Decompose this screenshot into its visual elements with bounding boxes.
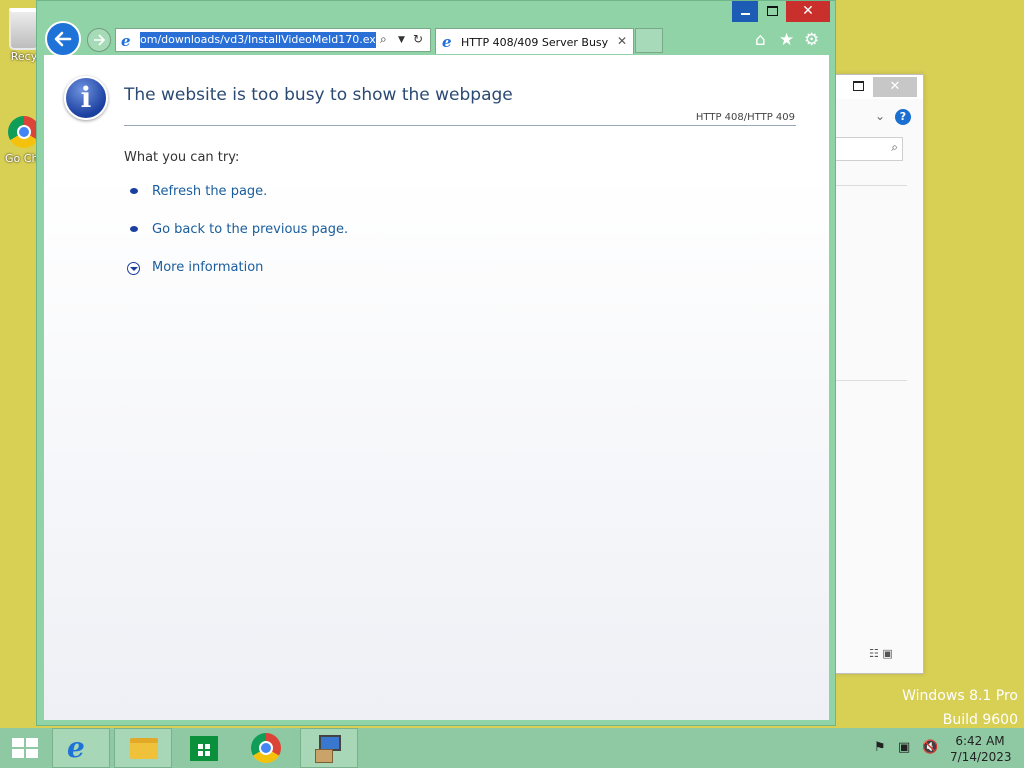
divider — [835, 185, 907, 186]
minimize-button[interactable] — [732, 1, 758, 22]
chrome-icon — [251, 733, 281, 763]
page-content: i The website is too busy to show the we… — [44, 55, 829, 720]
maximize-icon[interactable] — [853, 81, 864, 91]
suggestions-heading: What you can try: — [124, 150, 240, 165]
tab-active[interactable]: e HTTP 408/409 Server Busy ✕ — [435, 28, 634, 54]
taskbar-chrome-button[interactable] — [238, 728, 296, 768]
start-button[interactable] — [0, 728, 50, 768]
favorites-star-icon[interactable]: ★ — [779, 30, 794, 50]
tab-title: HTTP 408/409 Server Busy — [461, 36, 609, 49]
page-title: The website is too busy to show the webp… — [124, 85, 513, 105]
watermark-line: Windows 8.1 Pro — [902, 688, 1018, 704]
internet-explorer-icon: e — [67, 731, 85, 764]
bullet-icon — [130, 226, 138, 232]
home-icon[interactable]: ⌂ — [755, 30, 766, 50]
back-button[interactable] — [45, 21, 81, 57]
search-icon[interactable]: ⌕ — [380, 32, 387, 47]
ie-browser-window: ✕ e om/downloads/vd3/InstallVideoMeld170… — [36, 0, 836, 726]
taskbar-file-explorer-button[interactable] — [114, 728, 172, 768]
link-text[interactable]: Refresh the page. — [152, 184, 267, 199]
folder-icon — [130, 738, 158, 759]
arrow-right-icon — [94, 34, 106, 46]
installer-box-icon — [315, 749, 333, 763]
divider — [835, 380, 907, 381]
close-button[interactable]: ✕ — [873, 77, 917, 97]
windows-logo-icon — [12, 738, 38, 758]
taskbar-clock[interactable]: 6:42 AM 7/14/2023 — [950, 733, 1012, 765]
refresh-icon[interactable]: ↻ — [413, 32, 423, 46]
clock-date: 7/14/2023 — [950, 750, 1012, 764]
address-bar[interactable]: e om/downloads/vd3/InstallVideoMeld170.e… — [115, 28, 431, 52]
help-icon[interactable]: ? — [895, 109, 911, 125]
clock-time: 6:42 AM — [955, 734, 1005, 748]
title-bar[interactable]: ✕ — [835, 75, 923, 99]
network-icon[interactable]: ▣ — [898, 740, 910, 755]
volume-muted-icon[interactable]: 🔇 — [922, 740, 938, 755]
action-center-flag-icon[interactable]: ⚑ — [874, 740, 886, 755]
gear-icon[interactable]: ⚙ — [804, 30, 819, 50]
chevron-down-icon[interactable]: ⌄ — [875, 109, 885, 123]
arrow-left-icon — [54, 31, 72, 47]
forward-button[interactable] — [87, 28, 111, 52]
info-icon: i — [64, 76, 108, 120]
search-input[interactable]: ⌕ — [835, 137, 903, 161]
search-icon: ⌕ — [891, 140, 898, 154]
view-toggle-icons[interactable]: ☷ ▣ — [869, 647, 893, 660]
taskbar-ie-button[interactable]: e — [52, 728, 110, 768]
store-icon — [190, 736, 218, 761]
close-button[interactable]: ✕ — [786, 1, 830, 22]
ie-page-icon: e — [121, 32, 131, 50]
maximize-button[interactable] — [759, 1, 785, 22]
divider — [124, 125, 796, 126]
ie-page-icon: e — [442, 33, 452, 51]
background-explorer-window[interactable]: ✕ ⌄ ? ⌕ ☷ ▣ — [834, 74, 924, 674]
link-text[interactable]: Go back to the previous page. — [152, 222, 348, 237]
taskbar-installer-button[interactable] — [300, 728, 358, 768]
new-tab-button[interactable] — [635, 28, 663, 53]
recycle-bin-icon — [9, 8, 39, 50]
expand-chevron-icon[interactable] — [127, 262, 140, 275]
link-text[interactable]: More information — [152, 260, 263, 275]
windows-version-watermark: Windows 8.1 Pro Build 9600 — [902, 684, 1018, 732]
address-url[interactable]: om/downloads/vd3/InstallVideoMeld170.exe — [140, 32, 376, 48]
bullet-icon — [130, 188, 138, 194]
taskbar: e ⚑ ▣ 🔇 6:42 AM 7/14/2023 — [0, 728, 1024, 768]
dropdown-arrow-icon[interactable]: ▼ — [398, 35, 405, 45]
error-code: HTTP 408/HTTP 409 — [695, 112, 795, 123]
taskbar-store-button[interactable] — [176, 728, 234, 768]
tab-close-icon[interactable]: ✕ — [617, 34, 627, 48]
